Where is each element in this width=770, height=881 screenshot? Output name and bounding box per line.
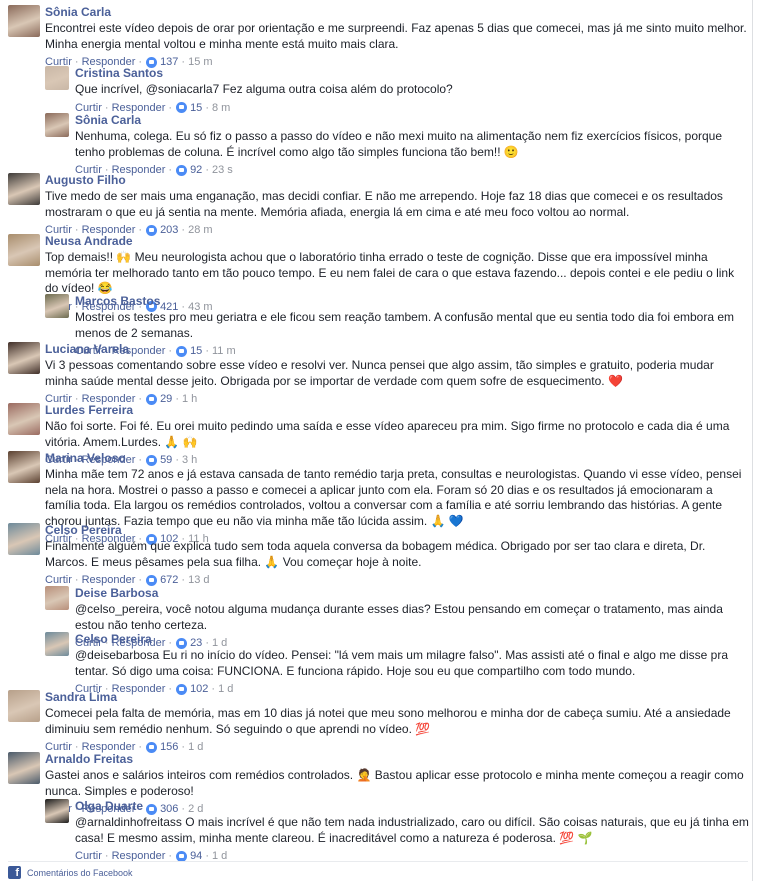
comment-text: Comecei pela falta de memória, mas em 10… — [45, 706, 731, 736]
like-count[interactable]: 672 — [160, 573, 178, 587]
comment-body: Luciana Varela Vi 3 pessoas comentando so… — [45, 342, 748, 406]
separator-dot: · — [138, 574, 143, 586]
comment-text: Que incrível, @soniacarla7 Fez alguma ou… — [75, 82, 453, 96]
comment-body: Celso Pereira Finalmente alguém que expli… — [45, 523, 748, 587]
comment-text: @deisebarbosa Eu ri no início do vídeo. … — [75, 648, 729, 678]
comment-author[interactable]: Lurdes Ferreira — [45, 403, 748, 417]
comment-author[interactable]: Luciana Varela — [45, 342, 748, 356]
comment-body: Augusto Filho Tive medo de ser mais uma e… — [45, 173, 748, 237]
like-thumb-icon — [146, 741, 158, 753]
comment-body: Cristina Santos Que incrível, @soniacarla… — [75, 66, 749, 115]
comment-author[interactable]: Marina Veloso — [45, 451, 748, 465]
comment-author[interactable]: Cristina Santos — [75, 66, 749, 80]
like-link[interactable]: Curtir — [45, 573, 72, 587]
comment-body: Celso Pereira @deisebarbosa Eu ri no iníc… — [75, 632, 749, 696]
comment-text: Vi 3 pessoas comentando sobre esse vídeo… — [45, 358, 714, 388]
like-thumb-icon — [146, 574, 158, 586]
like-thumb-icon — [176, 850, 188, 862]
comment-body: Olga Duarte @arnaldinhofreitass O mais in… — [75, 799, 749, 863]
comment-author[interactable]: Sônia Carla — [75, 113, 749, 127]
comment-meta: Curtir · Responder · 672 · 13 d — [45, 573, 748, 587]
comment-body: Sônia Carla Encontrei este vídeo depois d… — [45, 5, 748, 69]
comments-feed: Sônia Carla Encontrei este vídeo depois d… — [0, 0, 770, 881]
facebook-icon: f — [8, 866, 21, 879]
avatar[interactable] — [8, 234, 40, 266]
avatar[interactable] — [45, 113, 69, 137]
avatar[interactable] — [45, 66, 69, 90]
comment-text: Top demais!! 🙌 Meu neurologista achou qu… — [45, 250, 735, 295]
comment-author[interactable]: Augusto Filho — [45, 173, 748, 187]
reply-link[interactable]: Responder — [82, 573, 136, 587]
avatar[interactable] — [45, 632, 69, 656]
comment-text: Mostrei os testes pro meu geriatra e ele… — [75, 310, 735, 340]
avatar[interactable] — [45, 586, 69, 610]
comment-author[interactable]: Neusa Andrade — [45, 234, 748, 248]
avatar[interactable] — [8, 403, 40, 435]
comment-author[interactable]: Celso Pereira — [45, 523, 748, 537]
comment-author[interactable]: Arnaldo Freitas — [45, 752, 748, 766]
footer-label[interactable]: Comentários do Facebook — [27, 868, 133, 878]
facebook-footer[interactable]: f Comentários do Facebook — [8, 866, 133, 879]
comment-text: Encontrei este vídeo depois de orar por … — [45, 21, 747, 51]
avatar[interactable] — [45, 294, 69, 318]
footer-divider — [8, 861, 748, 862]
comment-text: Gastei anos e salários inteiros com remé… — [45, 768, 744, 798]
avatar[interactable] — [8, 523, 40, 555]
avatar[interactable] — [8, 173, 40, 205]
like-thumb-icon — [176, 102, 188, 113]
avatar[interactable] — [8, 690, 40, 722]
comment-text: Minha mãe tem 72 anos e já estava cansad… — [45, 467, 742, 528]
comment-text: Finalmente alguém que explica tudo sem t… — [45, 539, 706, 569]
comment-timestamp[interactable]: 13 d — [188, 573, 209, 587]
avatar[interactable] — [8, 5, 40, 37]
avatar[interactable] — [45, 799, 69, 823]
comment-author[interactable]: Sônia Carla — [45, 5, 748, 19]
separator-dot: · — [181, 574, 186, 586]
comment-text: Não foi sorte. Foi fé. Eu orei muito ped… — [45, 419, 730, 449]
comment-author[interactable]: Celso Pereira — [75, 632, 749, 646]
comment-text: Tive medo de ser mais uma enganação, mas… — [45, 189, 723, 219]
comment-author[interactable]: Deise Barbosa — [75, 586, 749, 600]
separator-dot: · — [74, 574, 79, 586]
comment-text: Nenhuma, colega. Eu só fiz o passo a pas… — [75, 129, 723, 159]
avatar[interactable] — [8, 451, 40, 483]
comment-text: @celso_pereira, você notou alguma mudanç… — [75, 602, 723, 632]
comment-text: @arnaldinhofreitass O mais incrível é qu… — [75, 815, 749, 845]
avatar[interactable] — [8, 342, 40, 374]
feed-right-border — [752, 0, 753, 881]
comment-author[interactable]: Olga Duarte — [75, 799, 749, 813]
comment-author[interactable]: Marcos Bastos — [75, 294, 749, 308]
comment-body: Sônia Carla Nenhuma, colega. Eu só fiz o … — [75, 113, 749, 177]
comment-body: Sandra Lima Comecei pela falta de memória… — [45, 690, 748, 754]
comment-author[interactable]: Sandra Lima — [45, 690, 748, 704]
avatar[interactable] — [8, 752, 40, 784]
